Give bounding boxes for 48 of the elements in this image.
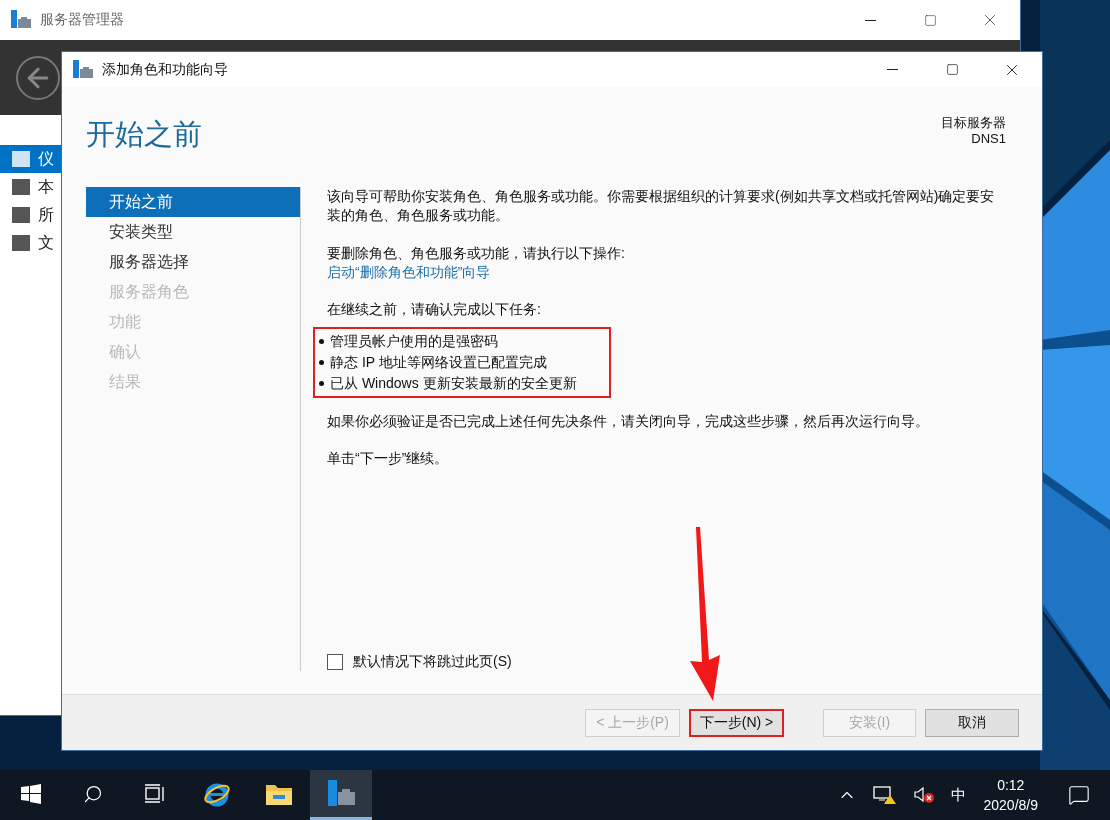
bullet-icon xyxy=(319,381,324,386)
sidebar-item[interactable]: 文 xyxy=(0,229,62,257)
target-server-label: 目标服务器 xyxy=(941,115,1006,131)
bullet-icon xyxy=(319,360,324,365)
taskbar-app[interactable] xyxy=(310,770,372,820)
wizard-step[interactable]: 服务器选择 xyxy=(86,247,300,277)
app-icon xyxy=(72,59,94,80)
sidebar-icon xyxy=(12,179,30,195)
input-method-button[interactable]: 中 xyxy=(942,770,974,820)
remove-wizard-link[interactable]: 启动“删除角色和功能”向导 xyxy=(327,263,491,282)
sidebar-icon xyxy=(12,235,30,251)
wizard-step[interactable]: 开始之前 xyxy=(86,187,300,217)
task-view-icon xyxy=(144,783,166,804)
continue-hint: 单击“下一步”继续。 xyxy=(327,449,450,468)
minimize-icon xyxy=(864,19,876,21)
confirm-prompt: 在继续之前，请确认完成以下任务: xyxy=(327,300,542,319)
wizard-button[interactable]: 取消 xyxy=(925,708,1019,737)
notification-icon xyxy=(1068,784,1090,806)
task-item: 管理员帐户使用的是强密码 xyxy=(330,332,498,351)
network-warning-icon xyxy=(872,785,897,805)
wizard-button[interactable]: 下一步(N) > xyxy=(689,708,784,737)
sidebar-icon xyxy=(12,151,30,167)
muted-speaker-icon xyxy=(912,785,935,805)
window-title: 服务器管理器 xyxy=(40,11,125,29)
remove-prompt: 要删除角色、角色服务或功能，请执行以下操作: xyxy=(327,244,626,263)
sidebar-item[interactable]: 本 xyxy=(0,173,62,201)
checkbox-label: 默认情况下将跳过此页(S) xyxy=(353,652,512,671)
task-item: 已从 Windows 更新安装最新的安全更新 xyxy=(330,374,577,393)
intro-text: 该向导可帮助你安装角色、角色服务或功能。你需要根据组织的计算要求(例如共享文档或托管网站)确定要安装的角色、角色服务或功能。 xyxy=(327,187,996,225)
target-server-name: DNS1 xyxy=(971,131,1006,147)
windows-icon xyxy=(21,783,41,804)
maximize-icon xyxy=(923,13,937,27)
clock[interactable]: 0:12 2020/8/9 xyxy=(973,770,1048,820)
sidebar-item[interactable]: 所 xyxy=(0,201,62,229)
page-heading: 开始之前 xyxy=(86,117,202,152)
server-manager-icon xyxy=(326,779,356,808)
sidebar-icon xyxy=(12,207,30,223)
bullet-icon xyxy=(319,339,324,344)
minimize-icon xyxy=(886,69,898,70)
wizard-step[interactable]: 安装类型 xyxy=(86,217,300,247)
maximize-icon xyxy=(945,63,959,76)
app-icon xyxy=(10,10,32,30)
note-text: 如果你必须验证是否已完成上述任何先决条件，请关闭向导，完成这些步骤，然后再次运行向导。 xyxy=(327,412,930,431)
task-item: 静态 IP 地址等网络设置已配置完成 xyxy=(330,353,547,372)
window-title: 添加角色和功能向导 xyxy=(102,60,229,79)
checkbox[interactable] xyxy=(327,653,343,670)
sidebar-item[interactable]: 仪 xyxy=(0,145,62,173)
search-icon xyxy=(83,783,103,804)
